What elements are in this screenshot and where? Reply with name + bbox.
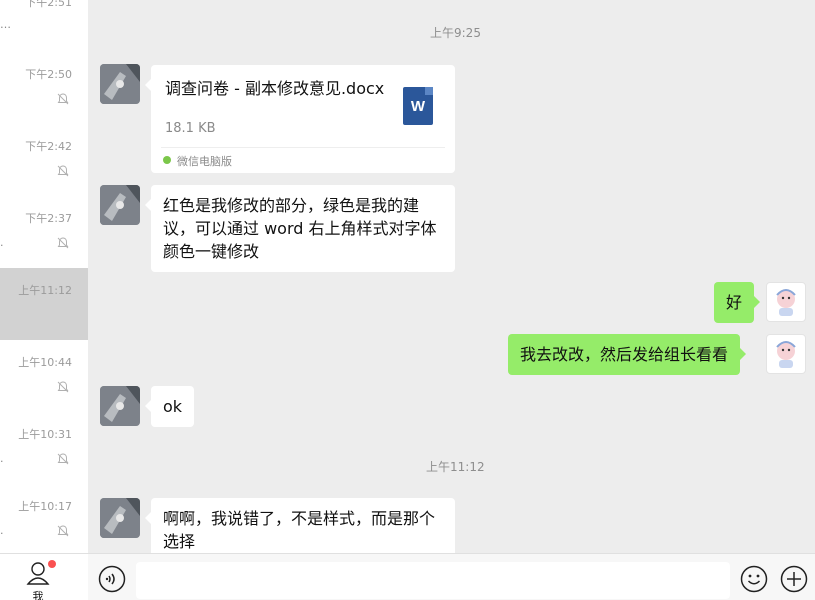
- avatar-image: [100, 498, 140, 538]
- emoji-icon[interactable]: [740, 565, 768, 593]
- file-size: 18.1 KB: [165, 121, 216, 136]
- conversation-item[interactable]: 上午10:17 .: [0, 486, 88, 553]
- add-more-icon[interactable]: [780, 565, 808, 593]
- person-icon: [26, 562, 50, 585]
- conversation-item[interactable]: 上午10:44: [0, 342, 88, 414]
- mute-bell-icon: [57, 93, 69, 105]
- message-timestamp: 上午9:25: [430, 26, 481, 40]
- conversation-item[interactable]: 上午10:31 .: [0, 414, 88, 486]
- conversation-time: 下午2:42: [25, 140, 72, 153]
- bottom-bar: 我: [0, 553, 815, 600]
- conversation-item[interactable]: 下午2:37 .: [0, 198, 88, 270]
- conversation-item[interactable]: 下午2:50: [0, 54, 88, 126]
- message-bubble-incoming[interactable]: 红色是我修改的部分，绿色是我的建议，可以通过 word 右上角样式对字体颜色一键…: [145, 185, 455, 272]
- mute-bell-icon: [57, 453, 69, 465]
- conversation-snippet-ellipsis: …: [0, 18, 11, 31]
- voice-input-icon[interactable]: [98, 565, 126, 593]
- conversation-time: 下午2:51: [25, 0, 72, 9]
- mute-bell-icon: [57, 237, 69, 249]
- file-source-label: 微信电脑版: [177, 155, 232, 168]
- conversation-item-active[interactable]: 上午11:12: [0, 268, 88, 340]
- conversation-item[interactable]: 下午2:51 …: [0, 0, 88, 54]
- avatar-image: [100, 64, 140, 104]
- avatar-image: [100, 386, 140, 426]
- mute-bell-icon: [57, 525, 69, 537]
- avatar-image: [100, 185, 140, 225]
- contact-avatar[interactable]: [100, 64, 140, 104]
- conversation-list: 下午2:51 … 下午2:50 下午2:42 下午2:37 . 上午11:12 …: [0, 0, 88, 553]
- chat-panel: 上午9:25 调查问卷 - 副本修改意见.docx 18.1 KB W 微信电脑…: [88, 0, 815, 553]
- contact-avatar[interactable]: [100, 185, 140, 225]
- word-file-icon: W: [403, 87, 433, 125]
- tab-me[interactable]: 我: [0, 554, 88, 600]
- message-bubble-outgoing[interactable]: 好: [714, 282, 761, 323]
- conversation-snippet-ellipsis: .: [0, 236, 4, 249]
- conversation-time: 上午10:31: [18, 428, 72, 441]
- cartoon-avatar-icon: [776, 341, 796, 368]
- conversation-item[interactable]: 下午2:42: [0, 126, 88, 198]
- conversation-snippet-ellipsis: .: [0, 524, 4, 537]
- conversation-snippet-ellipsis: .: [0, 452, 4, 465]
- my-avatar[interactable]: [766, 334, 806, 374]
- wechat-pc-icon: [163, 156, 171, 164]
- contact-avatar[interactable]: [100, 386, 140, 426]
- divider: [161, 147, 445, 148]
- word-file-icon-letter: W: [410, 98, 426, 115]
- message-bubble-outgoing[interactable]: 我去改改，然后发给组长看看: [508, 334, 747, 375]
- notification-dot: [48, 560, 56, 568]
- mute-bell-icon: [57, 165, 69, 177]
- message-bubble-incoming[interactable]: ok: [144, 386, 195, 427]
- tab-me-label: 我: [32, 590, 44, 600]
- my-avatar[interactable]: [766, 282, 806, 322]
- mute-bell-icon: [57, 381, 69, 393]
- file-name: 调查问卷 - 副本修改意见.docx: [165, 79, 385, 98]
- message-bubble-incoming[interactable]: 啊啊，我说错了，不是样式，而是那个选择: [145, 498, 455, 553]
- conversation-time: 下午2:50: [25, 68, 72, 81]
- conversation-time: 下午2:37: [25, 212, 72, 225]
- message-input[interactable]: [136, 562, 730, 599]
- cartoon-avatar-icon: [776, 289, 796, 316]
- conversation-time: 上午11:12: [18, 284, 72, 297]
- conversation-time: 上午10:17: [18, 500, 72, 513]
- contact-avatar[interactable]: [100, 498, 140, 538]
- file-message-card[interactable]: 调查问卷 - 副本修改意见.docx 18.1 KB W 微信电脑版: [145, 65, 455, 173]
- conversation-time: 上午10:44: [18, 356, 72, 369]
- message-timestamp: 上午11:12: [426, 460, 485, 474]
